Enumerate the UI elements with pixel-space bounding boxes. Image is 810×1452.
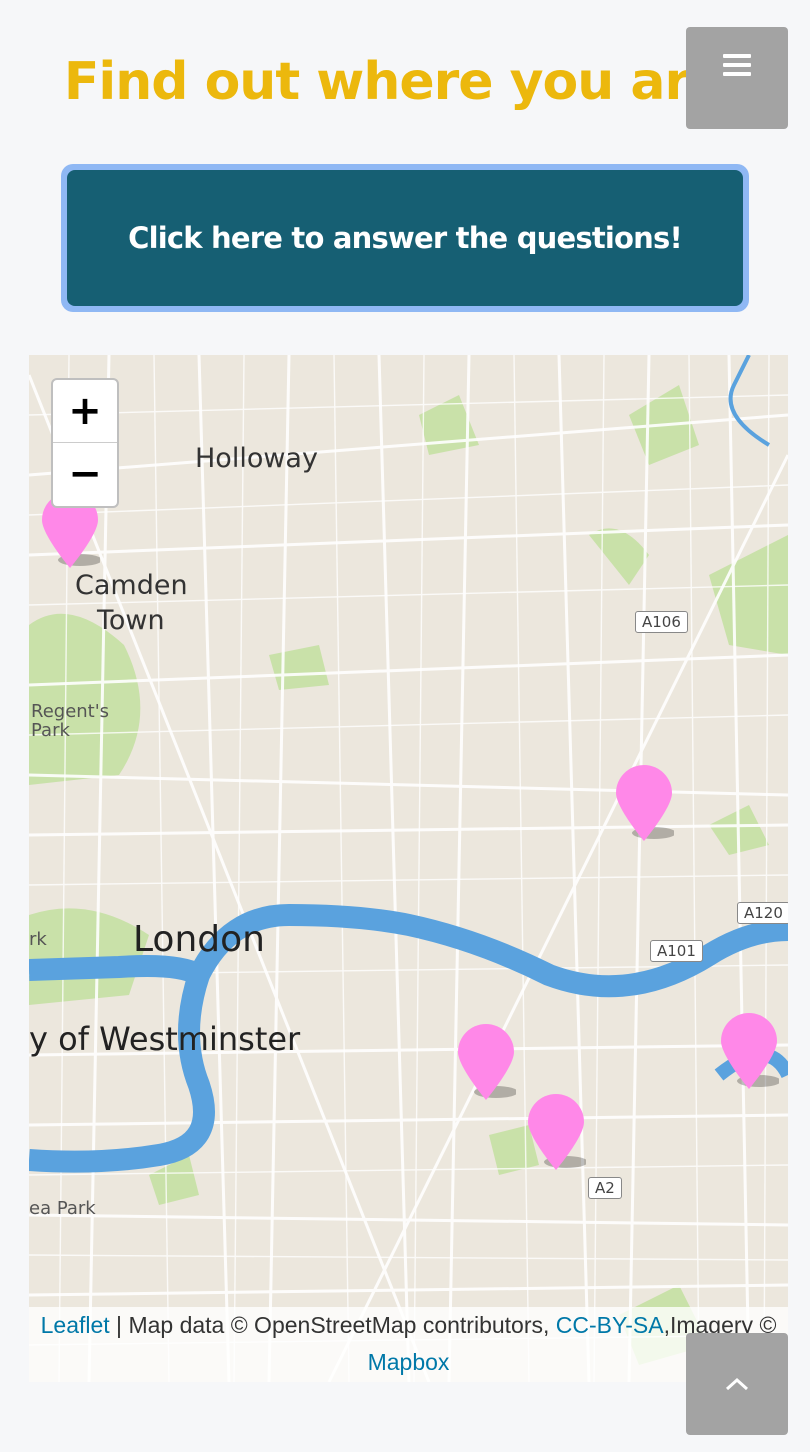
map-marker[interactable] (526, 1092, 586, 1172)
attribution-separator: | (109, 1312, 129, 1338)
map-marker[interactable] (614, 763, 674, 843)
answer-questions-button[interactable]: Click here to answer the questions! (67, 170, 743, 306)
map-tiles (29, 355, 788, 1382)
chevron-up-icon (725, 1377, 749, 1391)
zoom-in-button[interactable]: + (53, 380, 117, 443)
road-label-a101: A101 (650, 940, 703, 962)
leaflet-link[interactable]: Leaflet (41, 1312, 110, 1338)
place-label-westminster: y of Westminster (29, 1020, 301, 1058)
road-label-a106: A106 (635, 611, 688, 633)
mapbox-link[interactable]: Mapbox (368, 1349, 450, 1375)
zoom-control: + − (51, 378, 119, 508)
place-label-holloway: Holloway (195, 443, 318, 474)
place-label-park: Park (31, 720, 70, 741)
attribution-text: Map data © OpenStreetMap contributors, (128, 1312, 556, 1338)
hamburger-menu-icon (723, 54, 751, 76)
place-label-regents: Regent's (31, 701, 110, 722)
license-link[interactable]: CC-BY-SA (556, 1312, 664, 1338)
cta-focus-ring: Click here to answer the questions! (61, 164, 749, 312)
map-attribution: Leaflet | Map data © OpenStreetMap contr… (29, 1307, 788, 1382)
place-label-london: London (133, 919, 265, 960)
road-label-a2: A2 (588, 1177, 622, 1199)
place-label-park-fragment: rk (29, 929, 47, 950)
map-marker[interactable] (456, 1022, 516, 1102)
menu-button[interactable] (686, 27, 788, 129)
place-label-camden: Camden (75, 570, 188, 601)
place-label-park-fragment-2: ea Park (29, 1198, 96, 1219)
zoom-out-button[interactable]: − (53, 443, 117, 505)
place-label-town: Town (97, 605, 165, 636)
road-label-a120: A120 (737, 902, 788, 924)
map-marker[interactable] (719, 1011, 779, 1091)
map[interactable]: Holloway Camden Town Regent's Park Londo… (29, 355, 788, 1382)
scroll-to-top-button[interactable] (686, 1333, 788, 1435)
